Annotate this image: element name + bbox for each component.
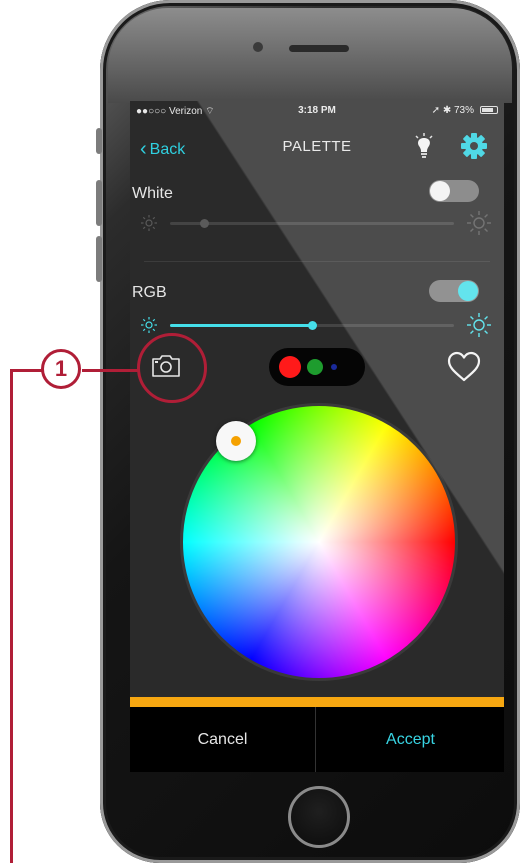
status-bar: ●●○○○ Verizon ⌔ 3:18 PM ➚ ✱ 73% bbox=[130, 101, 504, 121]
navigation-bar: ‹ Back PALETTE bbox=[130, 129, 504, 161]
cancel-button[interactable]: Cancel bbox=[130, 707, 316, 772]
section-divider bbox=[144, 261, 490, 262]
rgb-toggle[interactable] bbox=[429, 280, 479, 302]
toggle-knob bbox=[458, 281, 478, 301]
lightbulb-icon[interactable] bbox=[414, 133, 434, 159]
page-title: PALETTE bbox=[282, 138, 352, 155]
brightness-low-icon bbox=[141, 215, 157, 231]
slider-thumb[interactable] bbox=[308, 321, 317, 330]
accept-button[interactable]: Accept bbox=[317, 707, 504, 772]
phone-top-glare bbox=[108, 8, 512, 103]
app-screen: ●●○○○ Verizon ⌔ 3:18 PM ➚ ✱ 73% ‹ Back PA… bbox=[130, 101, 504, 772]
volume-up-button bbox=[96, 180, 102, 226]
callout-leader-line bbox=[10, 369, 13, 863]
bluetooth-icon: ✱ bbox=[442, 105, 452, 116]
blue-swatch bbox=[331, 364, 337, 370]
mute-switch bbox=[96, 128, 102, 154]
white-toggle[interactable] bbox=[429, 180, 479, 202]
slider-thumb[interactable] bbox=[200, 219, 210, 228]
toggle-knob bbox=[430, 181, 450, 201]
brightness-high-icon bbox=[467, 211, 491, 235]
callout-leader-line bbox=[82, 369, 138, 372]
white-label: White bbox=[132, 185, 173, 202]
front-camera bbox=[253, 42, 263, 52]
green-swatch bbox=[307, 359, 323, 375]
battery-percent: 73% bbox=[453, 105, 474, 116]
status-indicators: ➚ ✱ 73% bbox=[432, 105, 474, 116]
callout-highlight-circle bbox=[137, 333, 207, 403]
brightness-high-icon bbox=[467, 313, 491, 337]
selected-color-bar bbox=[130, 697, 504, 707]
rgb-brightness-slider[interactable] bbox=[170, 321, 454, 330]
battery-icon bbox=[480, 106, 498, 114]
white-brightness-slider[interactable] bbox=[170, 219, 454, 228]
heart-icon[interactable] bbox=[446, 351, 482, 383]
callout-number-badge: 1 bbox=[41, 349, 81, 389]
earpiece-speaker bbox=[289, 45, 349, 52]
slider-fill bbox=[170, 324, 312, 327]
brightness-low-icon bbox=[141, 317, 157, 333]
color-wheel-thumb[interactable] bbox=[216, 421, 256, 461]
action-bar: Cancel Accept bbox=[130, 707, 504, 772]
gear-icon[interactable] bbox=[460, 132, 488, 160]
home-button[interactable] bbox=[288, 786, 350, 848]
color-preview-toggle[interactable] bbox=[269, 348, 365, 386]
callout-leader-line bbox=[10, 369, 42, 372]
red-swatch bbox=[279, 356, 301, 378]
rgb-label: RGB bbox=[132, 284, 167, 301]
location-icon: ➚ bbox=[431, 105, 441, 116]
volume-down-button bbox=[96, 236, 102, 282]
